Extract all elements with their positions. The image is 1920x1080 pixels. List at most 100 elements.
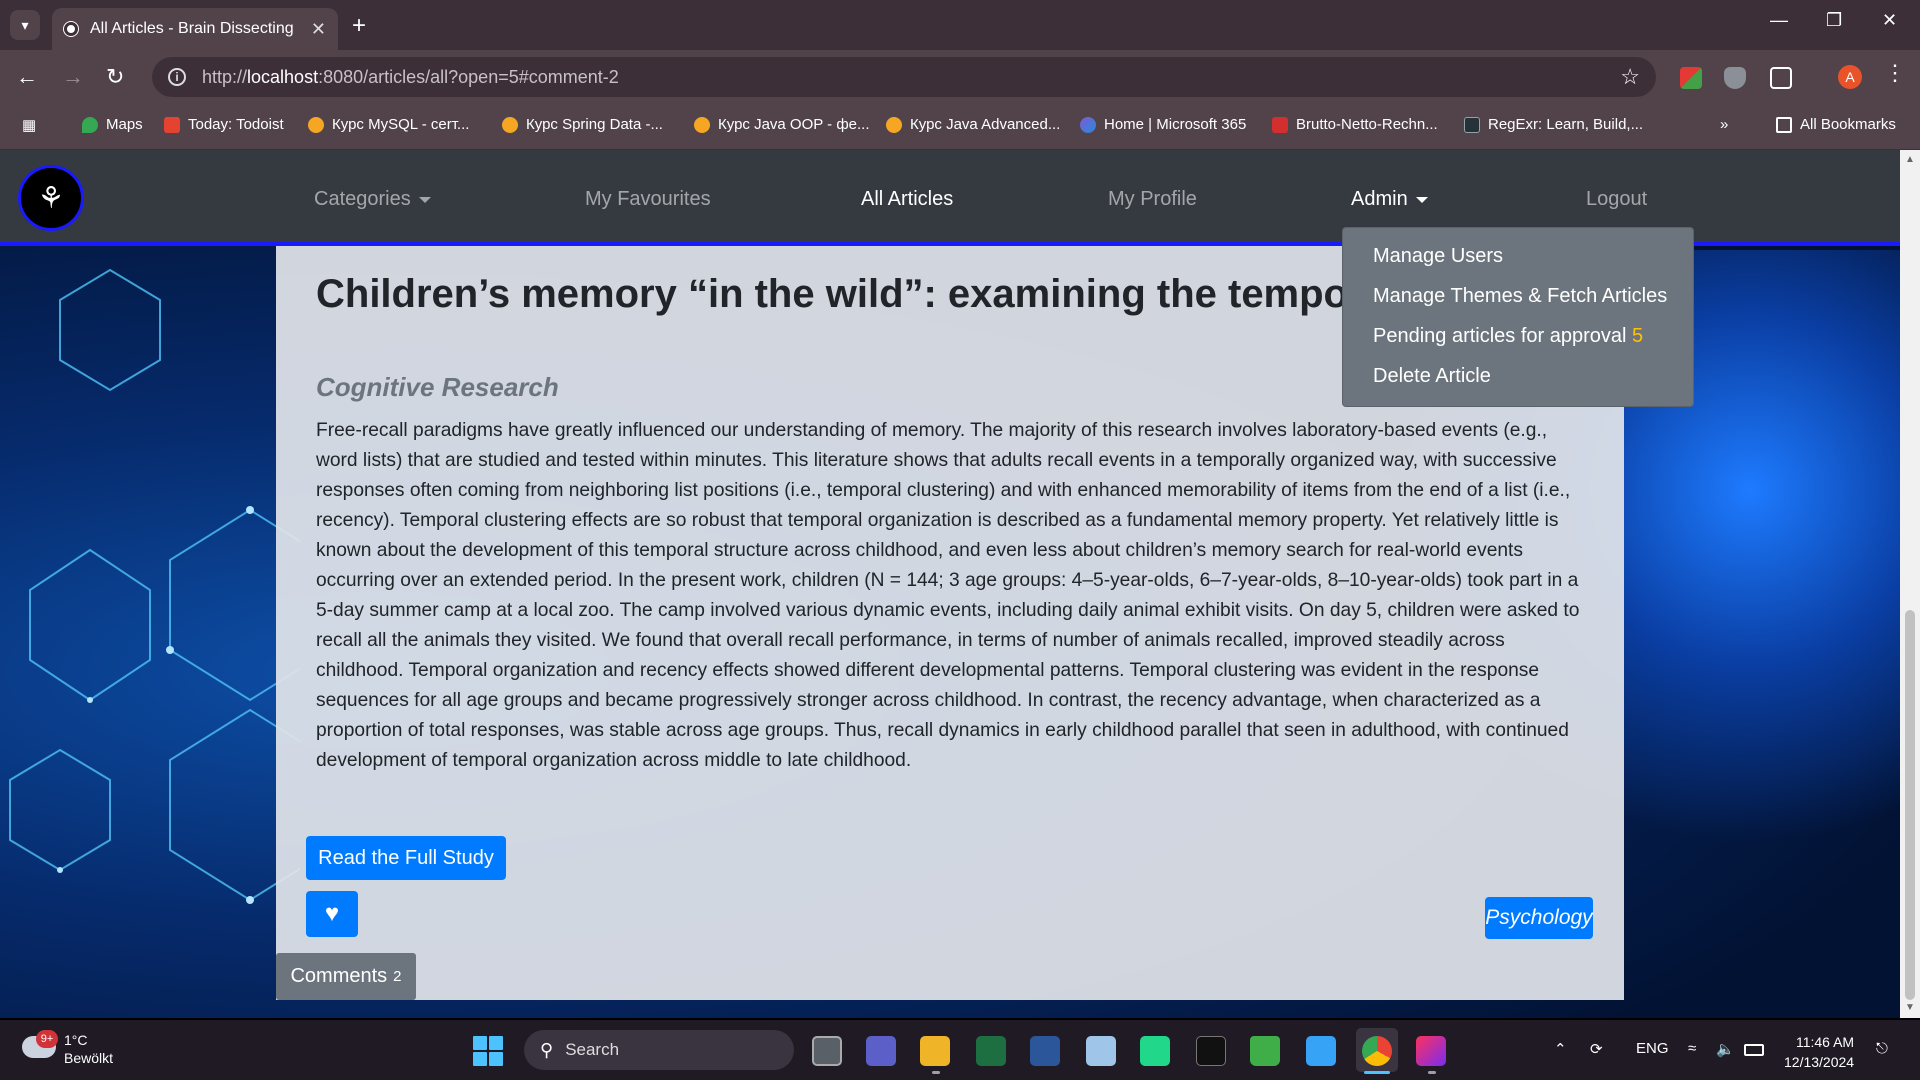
apps-grid-icon[interactable]: ▦ <box>22 116 36 134</box>
wifi-icon[interactable]: ≈ <box>1688 1040 1696 1057</box>
nav-my-favourites[interactable]: My Favourites <box>585 188 711 211</box>
excel-icon[interactable] <box>976 1036 1006 1066</box>
windows-taskbar <box>0 1020 1920 1080</box>
extension-icon[interactable] <box>1680 67 1702 89</box>
weather-condition: Bewölkt <box>64 1050 114 1066</box>
bookmark-java-advanced[interactable]: Курс Java Advanced... <box>886 116 1060 133</box>
todoist-icon <box>164 116 180 133</box>
tray-chevron-up-icon[interactable]: ⌃ <box>1554 1040 1567 1058</box>
comments-button[interactable]: Comments 2 <box>276 953 416 1000</box>
profile-avatar[interactable]: A <box>1838 65 1862 89</box>
active-indicator <box>1364 1071 1390 1074</box>
new-tab-button[interactable]: + <box>352 12 366 40</box>
close-tab-icon[interactable]: ✕ <box>311 19 326 40</box>
category-tag[interactable]: Psychology <box>1485 897 1593 939</box>
tab-title: All Articles - Brain Dissecting <box>90 20 294 37</box>
tab-favicon-icon <box>64 22 78 36</box>
menu-item-manage-themes[interactable]: Manage Themes & Fetch Articles <box>1343 276 1693 316</box>
bookmark-microsoft-365[interactable]: Home | Microsoft 365 <box>1080 116 1246 133</box>
softuni-icon <box>502 116 518 133</box>
heart-icon: ♥ <box>324 900 340 927</box>
nav-my-profile[interactable]: My Profile <box>1108 188 1197 211</box>
folder-icon <box>1776 116 1792 133</box>
clock-date: 12/13/2024 <box>1784 1054 1855 1070</box>
pycharm-icon[interactable] <box>1140 1036 1170 1066</box>
extensions-puzzle-icon[interactable] <box>1770 67 1792 89</box>
menu-item-manage-users[interactable]: Manage Users <box>1343 236 1693 276</box>
terminal-icon[interactable] <box>1196 1036 1226 1066</box>
browser-menu-icon[interactable]: ⋮ <box>1884 60 1906 86</box>
comments-count: 2 <box>393 968 402 985</box>
softuni-icon <box>886 116 902 133</box>
bookmark-mysql[interactable]: Курс MySQL - сеrт... <box>308 116 469 133</box>
browser-tab-active[interactable]: All Articles - Brain Dissecting ✕ <box>52 8 338 50</box>
bookmark-regexr[interactable]: RegExr: Learn, Build,... <box>1464 116 1643 133</box>
page-scrollbar[interactable]: ▲ ▼ <box>1900 150 1920 1018</box>
search-icon: ⚲ <box>540 1039 554 1060</box>
window-close-icon[interactable]: ✕ <box>1882 10 1897 31</box>
all-bookmarks[interactable]: All Bookmarks <box>1776 116 1896 133</box>
restore-icon[interactable]: ❐ <box>1826 10 1842 31</box>
chevron-down-icon <box>418 196 431 203</box>
menu-item-delete-article[interactable]: Delete Article <box>1343 356 1693 396</box>
weather-badge: 9+ <box>36 1030 58 1048</box>
shield-extension-icon[interactable] <box>1724 67 1746 89</box>
minimize-icon[interactable]: — <box>1770 10 1788 31</box>
task-view-icon[interactable] <box>812 1036 842 1066</box>
softuni-icon <box>694 116 710 133</box>
more-bookmarks-icon[interactable]: » <box>1720 116 1728 133</box>
chevron-down-icon <box>1415 196 1428 203</box>
lock-app-icon[interactable] <box>1250 1036 1280 1066</box>
chrome-icon[interactable] <box>1362 1036 1392 1066</box>
menu-item-pending-articles[interactable]: Pending articles for approval 5 <box>1343 316 1693 356</box>
site-logo[interactable]: ⚘ <box>18 165 84 231</box>
address-bar[interactable]: i http://localhost:8080/articles/all?ope… <box>152 57 1656 97</box>
scroll-down-icon[interactable]: ▼ <box>1905 1002 1915 1013</box>
taskbar-search[interactable]: ⚲ Search <box>524 1030 794 1070</box>
sync-icon[interactable]: ⟳ <box>1590 1040 1603 1058</box>
tab-search-button[interactable]: ▾ <box>10 10 40 40</box>
scrollbar-thumb[interactable] <box>1905 610 1915 1000</box>
maps-icon <box>82 116 98 133</box>
scroll-up-icon[interactable]: ▲ <box>1905 154 1915 165</box>
bookmark-brutto-netto[interactable]: Brutto-Netto-Rechn... <box>1272 116 1438 133</box>
weather-temp: 1°C <box>64 1032 88 1048</box>
volume-icon[interactable]: 🔈 <box>1716 1040 1735 1058</box>
nav-all-articles[interactable]: All Articles <box>861 188 953 211</box>
bookmark-spring-data[interactable]: Курс Spring Data -... <box>502 116 663 133</box>
word-icon[interactable] <box>1030 1036 1060 1066</box>
weather-widget[interactable]: 9+ 1°C Bewölkt <box>22 1030 122 1070</box>
windows-start-icon[interactable] <box>473 1036 503 1066</box>
url-text[interactable]: http://localhost:8080/articles/all?open=… <box>202 67 619 88</box>
hexagon-network-decoration <box>9 268 300 904</box>
read-full-study-button[interactable]: Read the Full Study <box>306 836 506 880</box>
file-explorer-icon[interactable] <box>920 1036 950 1066</box>
bookmark-java-oop[interactable]: Курс Java OOP - фе... <box>694 116 870 133</box>
microsoft-365-icon <box>1080 116 1096 133</box>
nav-admin-dropdown[interactable]: Admin <box>1351 188 1428 211</box>
favourite-button[interactable]: ♥ <box>306 891 358 937</box>
reload-icon[interactable]: ↻ <box>106 64 124 90</box>
teams-icon[interactable] <box>866 1036 896 1066</box>
notepad-icon[interactable] <box>1306 1036 1336 1066</box>
bookmark-star-icon[interactable]: ☆ <box>1620 64 1640 90</box>
pending-count-badge: 5 <box>1632 325 1644 347</box>
site-info-icon[interactable]: i <box>168 68 186 86</box>
notification-bell-icon[interactable]: ⎋ <box>1876 1040 1888 1057</box>
battery-icon[interactable] <box>1744 1044 1764 1056</box>
bookmark-maps[interactable]: Maps <box>82 116 143 133</box>
nav-logout[interactable]: Logout <box>1586 188 1647 211</box>
taskbar-clock[interactable]: 11:46 AM 12/13/2024 <box>1784 1032 1854 1072</box>
language-indicator[interactable]: ENG <box>1636 1040 1669 1057</box>
back-icon[interactable]: ← <box>16 64 38 90</box>
regexr-icon <box>1464 116 1480 133</box>
running-indicator <box>1428 1071 1436 1074</box>
clock-time: 11:46 AM <box>1795 1034 1855 1050</box>
bookmark-todoist[interactable]: Today: Todoist <box>164 116 284 133</box>
running-indicator <box>932 1071 940 1074</box>
intellij-icon[interactable] <box>1416 1036 1446 1066</box>
nav-categories-dropdown[interactable]: Categories <box>314 188 431 211</box>
photos-icon[interactable] <box>1086 1036 1116 1066</box>
forward-icon[interactable]: → <box>62 64 84 90</box>
softuni-icon <box>308 116 324 133</box>
